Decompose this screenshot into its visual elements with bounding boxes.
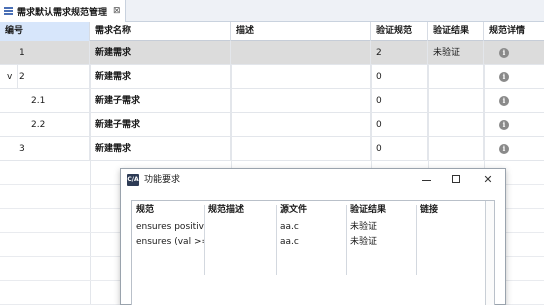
- cell-verify-result: [428, 65, 484, 89]
- spec-cell[interactable]: ensures (val >=...: [132, 235, 204, 250]
- tab-requirement-spec[interactable]: 需求默认需求规范管理 ⊠: [0, 0, 126, 22]
- info-icon[interactable]: i: [499, 48, 509, 58]
- spec-cell[interactable]: ensures positiv...: [132, 220, 204, 235]
- column-header-verify-spec[interactable]: 验证规范: [371, 22, 428, 41]
- info-icon[interactable]: i: [499, 144, 509, 154]
- cell-description: [231, 89, 371, 113]
- minimize-icon: [422, 180, 431, 181]
- column-header-verify-result[interactable]: 验证结果: [346, 201, 416, 219]
- cell-verify-spec: 2: [371, 41, 428, 65]
- vertical-scrollbar[interactable]: [485, 201, 494, 305]
- cell-verify-spec: 0: [371, 137, 428, 161]
- spec-desc-cell: [204, 220, 276, 235]
- verify-result-cell: 未验证: [350, 237, 378, 247]
- cell-verify-result: 未验证: [428, 41, 484, 65]
- info-icon[interactable]: i: [499, 72, 509, 82]
- requirement-spec-editor: 需求默认需求规范管理 ⊠ 编号 需求名称 描述 验证规范 验证结果 规范详情 1…: [0, 0, 544, 305]
- link-cell[interactable]: [416, 235, 486, 250]
- cell-id: 3: [0, 137, 90, 161]
- column-header-id[interactable]: 编号: [0, 22, 90, 41]
- table-row[interactable]: 1 新建需求 2 未验证 i: [0, 41, 544, 65]
- spec-desc-cell: [204, 235, 276, 250]
- cell-verify-spec: 0: [371, 65, 428, 89]
- cell-verify-spec: 0: [371, 113, 428, 137]
- column-header-spec-description[interactable]: 规范描述: [204, 201, 276, 219]
- cell-id: 1: [0, 41, 90, 65]
- close-tab-icon[interactable]: ⊠: [113, 6, 121, 16]
- dialog-title-bar[interactable]: C/A 功能要求 ✕: [121, 169, 505, 191]
- table-row[interactable]: v 2 新建需求 0 i: [0, 65, 544, 89]
- table-row[interactable]: 3 新建需求 0 i: [0, 137, 544, 161]
- cell-verify-result: [428, 113, 484, 137]
- cell-id: 2.1: [0, 89, 90, 113]
- cell-description: [231, 65, 371, 89]
- maximize-icon: [452, 175, 460, 183]
- minimize-button[interactable]: [411, 169, 441, 191]
- cell-verify-spec: 0: [371, 89, 428, 113]
- column-header-description[interactable]: 描述: [231, 22, 371, 41]
- cell-verify-result: [428, 89, 484, 113]
- column-header-spec-detail[interactable]: 规范详情: [484, 22, 544, 41]
- info-icon[interactable]: i: [499, 120, 509, 130]
- column-header-source-file[interactable]: 源文件: [276, 201, 346, 219]
- spec-table-header: 规范 规范描述 源文件 验证结果 链接: [132, 201, 486, 219]
- cell-description: [231, 41, 371, 65]
- spec-table: 规范 规范描述 源文件 验证结果 链接 ensures positiv... a…: [131, 200, 495, 305]
- column-header-name[interactable]: 需求名称: [90, 22, 231, 41]
- info-icon[interactable]: i: [499, 96, 509, 106]
- column-header-link[interactable]: 链接: [416, 201, 486, 219]
- list-icon: [4, 7, 13, 15]
- editor-tab-bar: 需求默认需求规范管理 ⊠: [0, 0, 544, 22]
- source-file-cell: aa.c: [280, 237, 299, 247]
- table-header: 编号 需求名称 描述 验证规范 验证结果 规范详情: [0, 22, 544, 41]
- tab-title: 需求默认需求规范管理: [17, 7, 108, 18]
- app-logo-icon: C/A: [127, 174, 139, 186]
- column-header-verify-result[interactable]: 验证结果: [428, 22, 484, 41]
- verify-result-cell: 未验证: [350, 222, 378, 232]
- table-row[interactable]: 2.1 新建子需求 0 i: [0, 89, 544, 113]
- dialog-title: 功能要求: [144, 175, 181, 185]
- close-dialog-button[interactable]: ✕: [473, 169, 503, 191]
- cell-name: 新建需求: [90, 41, 231, 65]
- cell-name: 新建子需求: [90, 89, 231, 113]
- cell-description: [231, 113, 371, 137]
- cell-id: 2.2: [0, 113, 90, 137]
- source-file-cell: aa.c: [280, 222, 299, 232]
- table-row[interactable]: 2.2 新建子需求 0 i: [0, 113, 544, 137]
- column-header-spec[interactable]: 规范: [132, 201, 204, 219]
- maximize-button[interactable]: [441, 169, 471, 191]
- cell-name: 新建需求: [90, 65, 231, 89]
- function-requirements-dialog: C/A 功能要求 ✕ 规范 规范描述 源文件 验证结果 链接 ensures p…: [120, 168, 506, 305]
- cell-name: 新建子需求: [90, 113, 231, 137]
- cell-id: 2: [14, 65, 90, 89]
- cell-description: [231, 137, 371, 161]
- cell-verify-result: [428, 137, 484, 161]
- cell-name: 新建需求: [90, 137, 231, 161]
- link-cell[interactable]: [416, 220, 486, 235]
